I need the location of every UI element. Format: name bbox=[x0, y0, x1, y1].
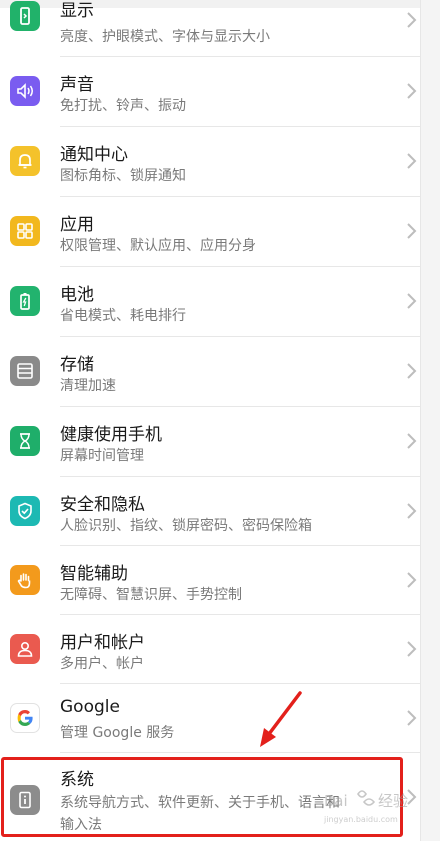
chevron-right-icon bbox=[404, 708, 418, 728]
settings-item-title: 安全和隐私 bbox=[60, 495, 145, 515]
chevron-right-icon bbox=[404, 639, 418, 659]
settings-item-smart-assistance[interactable]: 智能辅助 无障碍、智慧识屏、手势控制 bbox=[0, 546, 420, 616]
settings-item-security-privacy[interactable]: 安全和隐私 人脸识别、指纹、锁屏密码、密码保险箱 bbox=[0, 477, 420, 547]
settings-item-title: 健康使用手机 bbox=[60, 425, 162, 445]
chevron-right-icon bbox=[404, 431, 418, 451]
shield-check-icon bbox=[10, 496, 40, 526]
settings-item-subtitle: 管理 Google 服务 bbox=[60, 725, 175, 741]
chevron-right-icon bbox=[404, 81, 418, 101]
settings-item-subtitle: 清理加速 bbox=[60, 378, 116, 394]
storage-icon bbox=[10, 356, 40, 386]
settings-item-digital-balance[interactable]: 健康使用手机 屏幕时间管理 bbox=[0, 407, 420, 477]
hand-icon bbox=[10, 565, 40, 595]
settings-item-notifications[interactable]: 通知中心 图标角标、锁屏通知 bbox=[0, 127, 420, 197]
watermark-brand: Bai bbox=[324, 792, 348, 810]
scrollbar-track[interactable] bbox=[420, 0, 440, 841]
google-logo-icon bbox=[10, 703, 40, 733]
settings-item-users-accounts[interactable]: 用户和帐户 多用户、帐户 bbox=[0, 615, 420, 685]
display-icon bbox=[10, 1, 40, 31]
speaker-icon bbox=[10, 76, 40, 106]
settings-item-title: 智能辅助 bbox=[60, 564, 128, 584]
user-icon bbox=[10, 634, 40, 664]
settings-item-subtitle: 人脸识别、指纹、锁屏密码、密码保险箱 bbox=[60, 518, 312, 534]
chevron-right-icon bbox=[404, 501, 418, 521]
settings-item-title: 电池 bbox=[60, 285, 94, 305]
settings-item-subtitle: 图标角标、锁屏通知 bbox=[60, 168, 186, 184]
settings-item-subtitle: 无障碍、智慧识屏、手势控制 bbox=[60, 587, 242, 603]
settings-item-subtitle: 权限管理、默认应用、应用分身 bbox=[60, 238, 256, 254]
watermark-brand2: 经验 bbox=[378, 792, 408, 810]
chevron-right-icon bbox=[404, 570, 418, 590]
settings-item-apps[interactable]: 应用 权限管理、默认应用、应用分身 bbox=[0, 197, 420, 267]
chevron-right-icon bbox=[404, 291, 418, 311]
settings-item-display[interactable]: 显示 亮度、护眼模式、字体与显示大小 bbox=[0, 0, 420, 50]
chevron-right-icon bbox=[404, 361, 418, 381]
chevron-right-icon bbox=[404, 151, 418, 171]
settings-item-title: 应用 bbox=[60, 215, 94, 235]
chevron-right-icon bbox=[404, 221, 418, 241]
settings-item-title: 用户和帐户 bbox=[60, 633, 145, 653]
baidu-jingyan-watermark: Bai 经验 jingyan.baidu.com bbox=[323, 790, 408, 824]
annotation-arrow-icon bbox=[260, 691, 302, 747]
settings-item-subtitle: 屏幕时间管理 bbox=[60, 448, 144, 464]
watermark-url: jingyan.baidu.com bbox=[323, 815, 398, 824]
settings-item-title: 存储 bbox=[60, 355, 94, 375]
settings-item-subtitle: 多用户、帐户 bbox=[60, 656, 144, 672]
bell-icon bbox=[10, 146, 40, 176]
settings-item-sound[interactable]: 声音 免打扰、铃声、振动 bbox=[0, 57, 420, 127]
settings-item-title: 显示 bbox=[60, 1, 94, 21]
settings-item-title: 通知中心 bbox=[60, 145, 128, 165]
settings-item-subtitle: 免打扰、铃声、振动 bbox=[60, 98, 186, 114]
chevron-right-icon bbox=[404, 10, 418, 30]
paw-icon bbox=[357, 790, 376, 806]
settings-item-storage[interactable]: 存储 清理加速 bbox=[0, 337, 420, 407]
settings-item-google[interactable]: Google 管理 Google 服务 bbox=[0, 684, 420, 754]
settings-item-title: Google bbox=[60, 697, 120, 717]
hourglass-icon bbox=[10, 426, 40, 456]
apps-grid-icon bbox=[10, 216, 40, 246]
settings-item-subtitle: 亮度、护眼模式、字体与显示大小 bbox=[60, 29, 270, 45]
settings-item-battery[interactable]: 电池 省电模式、耗电排行 bbox=[0, 267, 420, 337]
battery-icon bbox=[10, 286, 40, 316]
settings-item-subtitle: 省电模式、耗电排行 bbox=[60, 308, 186, 324]
settings-item-title: 声音 bbox=[60, 75, 94, 95]
